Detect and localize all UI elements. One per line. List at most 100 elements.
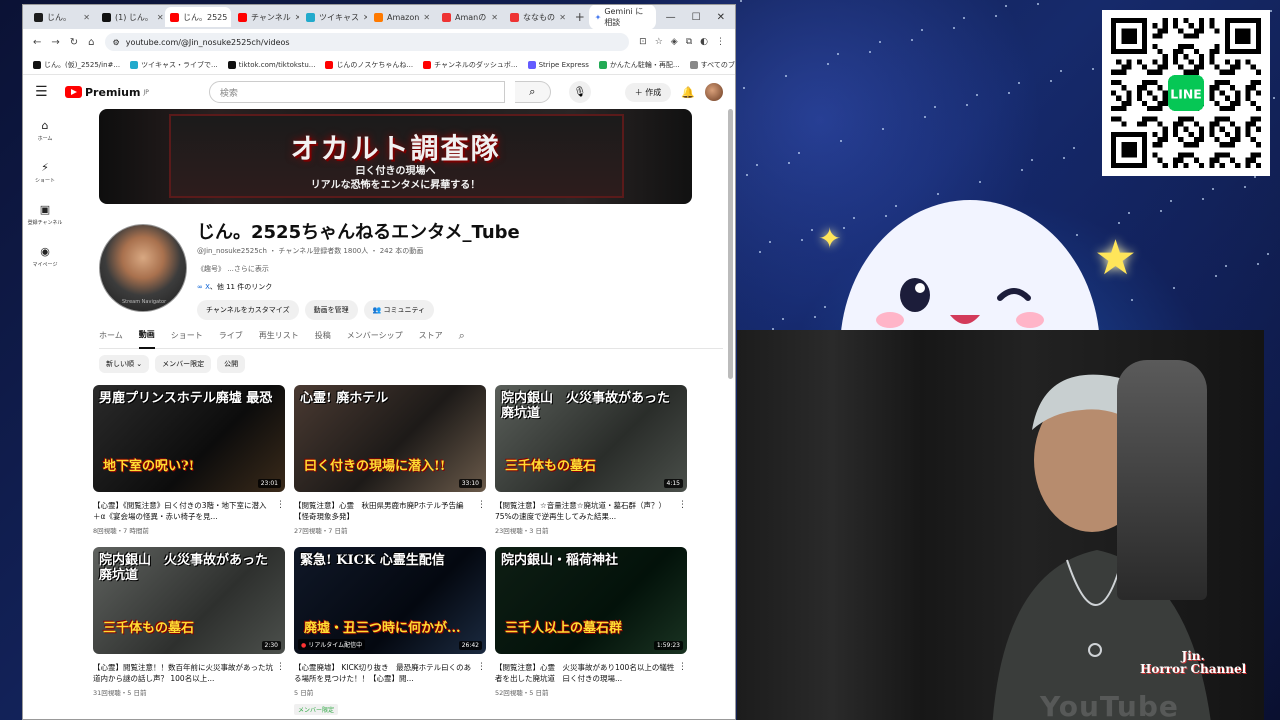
channel-tab[interactable]: ショート <box>171 323 203 349</box>
new-tab-button[interactable]: + <box>573 10 587 24</box>
video-title[interactable]: 【心霊】《閲覧注意》曰く付きの3階・地下室に潜入＋α《宴会場の怪異・赤い椅子を見… <box>93 500 285 522</box>
install-icon[interactable]: ⊡ <box>639 37 647 47</box>
bookmark-item[interactable]: チャンネルのダッシュボ... <box>423 60 518 70</box>
customize-channel-button[interactable]: チャンネルをカスタマイズ <box>197 300 299 320</box>
video-card[interactable]: 院内銀山 火災事故があった廃坑道 三千体もの墓石 2:30 【心霊】閲覧注意！！数百年… <box>93 547 285 716</box>
bookmark-item[interactable]: じんのノスケちゃんね... <box>325 60 413 70</box>
youtube-sidebar: ⌂ ホーム ⚡ ショート ▣ 登録チャンネル ◉ マイページ <box>23 109 67 277</box>
bookmark-label: じん。(仮)_2525/in#... <box>44 60 121 69</box>
browser-tab[interactable]: じん。 ✕ <box>29 7 95 27</box>
channel-tab[interactable]: 動画 <box>138 323 155 349</box>
extension-icon[interactable]: ◈ <box>671 37 678 47</box>
video-thumbnail[interactable]: 院内銀山 火災事故があった廃坑道 三千体もの墓石 4:15 <box>495 385 687 492</box>
gemini-button[interactable]: ✦ Gemini に相談 <box>588 5 656 30</box>
more-options-icon[interactable]: ⋮ <box>276 662 285 673</box>
profile-icon[interactable]: ◐ <box>700 37 708 47</box>
video-title[interactable]: 【心霊廃墟】 KICK切り抜き 最恐廃ホテル曰くのある場所を見つけた！！【心霊】… <box>294 662 486 684</box>
more-options-icon[interactable]: ⋮ <box>678 662 687 673</box>
browser-tab[interactable]: ツイキャス ✕ <box>301 7 367 27</box>
filter-chip[interactable]: 新しい順 ⌄ <box>99 355 150 373</box>
channel-search-icon[interactable]: ⌕ <box>459 323 465 349</box>
sidebar-item[interactable]: ◉ マイページ <box>23 235 67 277</box>
tab-close-icon[interactable]: ✕ <box>83 13 90 22</box>
video-card[interactable]: 緊急! KICK 心霊生配信 廃墟・丑三つ時に何かが... 26:42 ● リアルタイ… <box>294 547 486 716</box>
notifications-bell-icon[interactable]: 🔔 <box>681 86 695 99</box>
video-thumbnail[interactable]: 緊急! KICK 心霊生配信 廃墟・丑三つ時に何かが... 26:42 ● リアルタイ… <box>294 547 486 654</box>
more-options-icon[interactable]: ⋮ <box>276 500 285 511</box>
back-icon[interactable]: ← <box>33 37 41 48</box>
video-title[interactable]: 【閲覧注意】心霊 火災事故があり100名以上の犠牲者を出した廃坑道 曰く付きの現… <box>495 662 687 684</box>
channel-description[interactable]: 《趣号》 ...さらに表示 <box>197 264 269 274</box>
reload-icon[interactable]: ↻ <box>70 37 78 48</box>
filter-chip[interactable]: 公開 <box>217 355 246 373</box>
channel-tab[interactable]: 再生リスト <box>259 323 299 349</box>
channel-avatar[interactable]: Stream Navigator <box>99 224 187 312</box>
tab-favicon-icon <box>34 12 43 22</box>
channel-links[interactable]: ∞ X、他 11 件のリンク <box>197 282 272 292</box>
browser-tab[interactable]: Amazon ✕ <box>369 7 435 27</box>
scrollbar[interactable] <box>728 109 733 379</box>
bookmark-item[interactable]: tiktok.com/tiktokstu... <box>227 60 315 69</box>
browser-tab[interactable]: ななもの ✕ <box>505 7 571 27</box>
channel-tab[interactable]: ホーム <box>99 323 123 349</box>
bookmark-star-icon[interactable]: ☆ <box>655 37 663 47</box>
hamburger-menu-icon[interactable]: ☰ <box>35 84 55 100</box>
extensions-puzzle-icon[interactable]: ⧉ <box>686 37 692 47</box>
sidebar-item[interactable]: ⌂ ホーム <box>23 109 67 151</box>
tab-close-icon[interactable]: ✕ <box>423 13 430 22</box>
video-card[interactable]: 心霊! 廃ホテル 曰く付きの現場に潜入!! 33:10 【閲覧注意】心霊 秋田県男鹿市… <box>294 385 486 535</box>
video-title[interactable]: 【閲覧注意】☆音量注意☆廃坑道・墓石群（声？）75%の速度で逆再生してみた結果.… <box>495 500 687 522</box>
tab-close-icon[interactable]: ✕ <box>363 13 367 22</box>
community-button[interactable]: 👥 コミュニティ <box>363 300 435 320</box>
video-title[interactable]: 【心霊】閲覧注意！！数百年前に火災事故があった坑道内から謎の話し声？ 100名以… <box>93 662 285 684</box>
search-input[interactable]: 検索 <box>208 81 505 103</box>
channel-tab[interactable]: ライブ <box>219 323 243 349</box>
home-browser-icon[interactable]: ⌂ <box>88 37 94 48</box>
more-options-icon[interactable]: ⋮ <box>477 662 486 673</box>
browser-tab[interactable]: チャンネル ✕ <box>233 7 299 27</box>
browser-menu-icon[interactable]: ⋮ <box>716 37 725 47</box>
url-field[interactable]: ⚙ youtube.com/@Jin_nosuke2525ch/videos <box>104 33 630 51</box>
manage-videos-button[interactable]: 動画を管理 <box>304 300 358 320</box>
browser-tab[interactable]: Amanの ✕ <box>437 7 503 27</box>
bookmark-label: かんたん駐輪・再配... <box>609 60 680 69</box>
bookmark-item[interactable]: ツイキャス・ライブで... <box>130 60 218 70</box>
channel-tab[interactable]: メンバーシップ <box>347 323 403 349</box>
filter-chip[interactable]: メンバー限定 <box>155 355 212 373</box>
sidebar-item-label: マイページ <box>32 261 58 268</box>
more-options-icon[interactable]: ⋮ <box>477 500 486 511</box>
browser-tab[interactable]: (1) じん。 ✕ <box>97 7 163 27</box>
video-card[interactable]: 院内銀山・稲荷神社 三千人以上の墓石群 1:59:23 【閲覧注意】心霊 火災事故があ… <box>495 547 687 716</box>
voice-search-icon[interactable]: 🎙 <box>568 81 591 103</box>
more-options-icon[interactable]: ⋮ <box>678 500 687 511</box>
forward-icon[interactable]: → <box>51 37 59 48</box>
video-thumbnail[interactable]: 院内銀山 火災事故があった廃坑道 三千体もの墓石 2:30 <box>93 547 285 654</box>
video-thumbnail[interactable]: 心霊! 廃ホテル 曰く付きの現場に潜入!! 33:10 <box>294 385 486 492</box>
video-card[interactable]: 男鹿プリンスホテル廃墟 最恐 地下室の呪い?! 23:01 【心霊】《閲覧注意》曰く付… <box>93 385 285 535</box>
video-card[interactable]: 院内銀山 火災事故があった廃坑道 三千体もの墓石 4:15 【閲覧注意】☆音量注意☆廃… <box>495 385 687 535</box>
tab-close-icon[interactable]: ✕ <box>491 13 498 22</box>
browser-tab[interactable]: じん。2525✕ <box>165 7 231 27</box>
video-thumbnail[interactable]: 院内銀山・稲荷神社 三千人以上の墓石群 1:59:23 <box>495 547 687 654</box>
sidebar-item[interactable]: ⚡ ショート <box>23 151 67 193</box>
youtube-logo[interactable]: Premium JP <box>65 86 149 99</box>
channel-tab[interactable]: 投稿 <box>315 323 331 349</box>
channel-tab[interactable]: ストア <box>419 323 443 349</box>
video-title[interactable]: 【閲覧注意】心霊 秋田県男鹿市廃Pホテル予告編 【怪奇現象多発】 ⋮ <box>294 500 486 522</box>
bookmark-item[interactable]: Stripe Express <box>527 60 589 69</box>
bookmark-item[interactable]: すべてのブックマーク <box>689 60 735 70</box>
account-avatar[interactable] <box>705 83 723 101</box>
bookmark-item[interactable]: じん。(仮)_2525/in#... <box>33 60 120 70</box>
create-button[interactable]: ＋ 作成 <box>624 82 672 102</box>
bookmark-item[interactable]: かんたん駐輪・再配... <box>598 60 680 70</box>
maximize-icon[interactable]: ☐ <box>692 12 701 23</box>
close-window-icon[interactable]: ✕ <box>717 12 725 23</box>
sidebar-item[interactable]: ▣ 登録チャンネル <box>23 193 67 235</box>
minimize-icon[interactable]: — <box>666 12 676 23</box>
tab-close-icon[interactable]: ✕ <box>559 13 566 22</box>
tab-close-icon[interactable]: ✕ <box>157 13 163 22</box>
video-thumbnail[interactable]: 男鹿プリンスホテル廃墟 最恐 地下室の呪い?! 23:01 <box>93 385 285 492</box>
search-button[interactable]: ⌕ <box>514 81 551 103</box>
tab-close-icon[interactable]: ✕ <box>295 13 299 22</box>
tab-label: じん。2525 <box>183 12 228 22</box>
